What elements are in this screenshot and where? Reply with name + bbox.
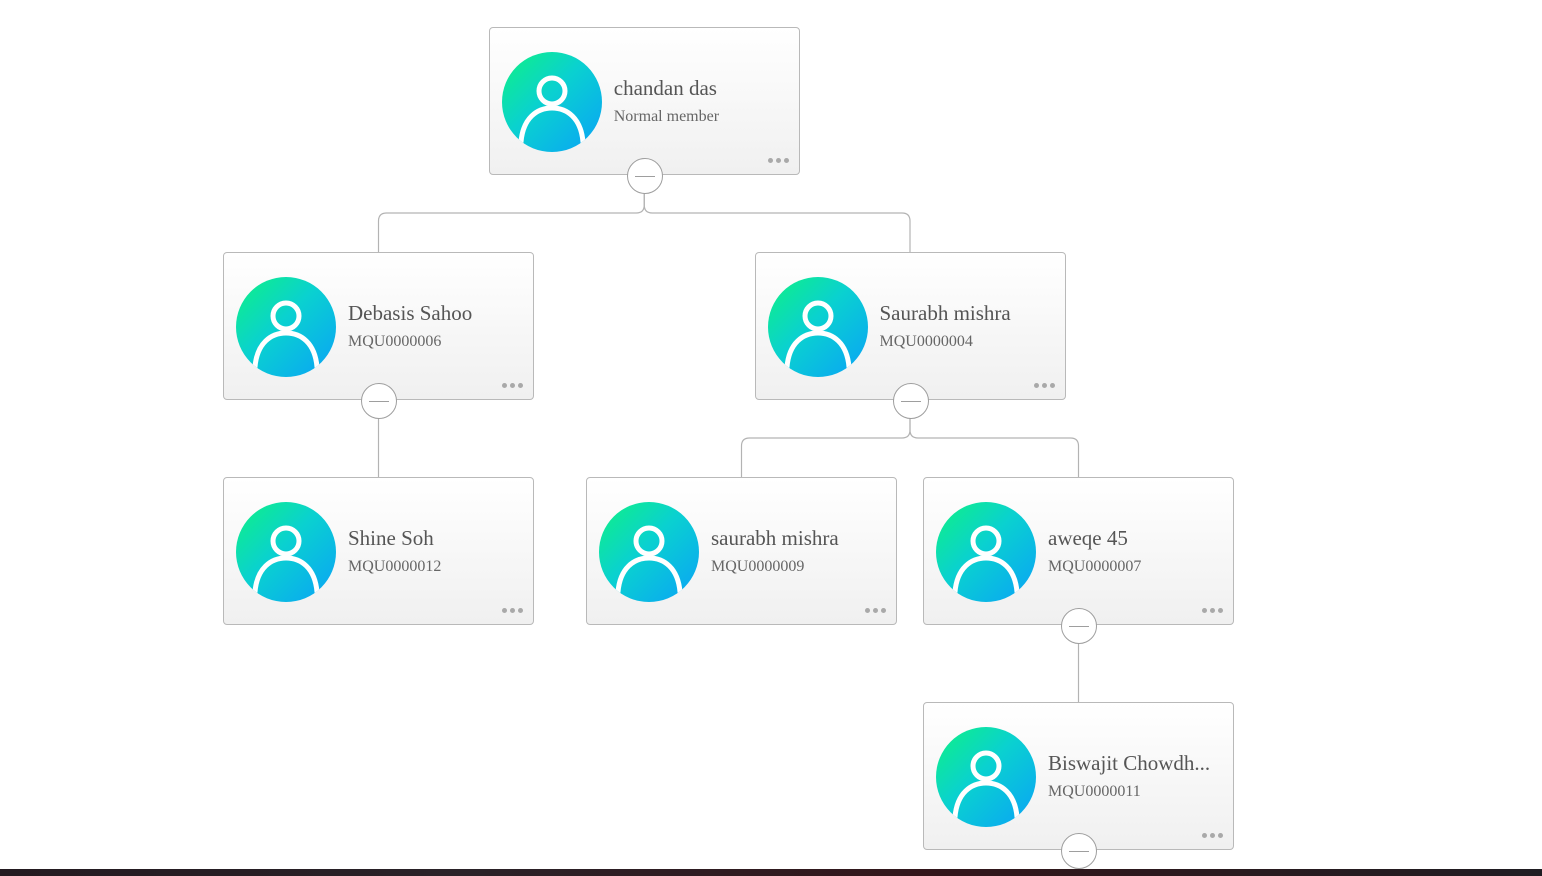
member-id: Normal member [613,108,720,125]
member-node-aweqe-45[interactable]: aweqe 45 MQU0000007 [923,477,1234,644]
member-name: aweqe 45 [1048,526,1128,550]
member-name: Saurabh mishra [879,301,1011,325]
more-options-icon[interactable] [502,383,523,388]
user-avatar-icon [236,277,336,377]
user-avatar-icon [936,502,1036,602]
connector-line [909,416,1080,477]
connector-line [643,191,911,252]
user-avatar-icon [936,727,1036,827]
more-options-icon[interactable] [1202,833,1223,838]
more-options-icon[interactable] [502,608,523,613]
taskbar-strip [0,869,1542,876]
user-avatar-icon [236,502,336,602]
member-id: MQU0000009 [711,558,805,575]
more-options-icon[interactable] [1033,383,1055,388]
more-options-icon[interactable] [767,158,789,163]
member-id: MQU0000004 [879,333,973,350]
member-node-saurabh-mishra[interactable]: Saurabh mishra MQU0000004 [754,252,1066,419]
member-node-saurabh-mishra[interactable]: saurabh mishra MQU0000009 [586,477,897,625]
collapse-toggle-icon[interactable] [892,383,929,419]
more-options-icon[interactable] [865,608,886,613]
member-node-shine-soh[interactable]: Shine Soh MQU0000012 [223,477,534,625]
member-name: saurabh mishra [711,526,839,550]
user-avatar-icon [767,277,868,377]
member-id: MQU0000011 [1048,783,1141,800]
member-name: Shine Soh [348,526,434,550]
user-avatar-icon [599,502,699,602]
member-name: chandan das [613,76,717,100]
connector-line [740,416,911,477]
member-node-biswajit-chowdh[interactable]: Biswajit Chowdh... MQU0000011 [923,702,1234,869]
collapse-toggle-icon[interactable] [1061,608,1097,644]
member-id: MQU0000012 [348,558,442,575]
member-name: Debasis Sahoo [348,301,473,325]
member-node-chandan-das[interactable]: chandan das Normal member [488,27,800,194]
collapse-toggle-icon[interactable] [1061,833,1097,869]
member-name: Biswajit Chowdh... [1048,751,1211,775]
collapse-toggle-icon[interactable] [361,383,397,419]
more-options-icon[interactable] [1202,608,1223,613]
org-chart: chandan das Normal member Debasis Sahoo MQU… [0,0,1542,876]
member-id: MQU0000006 [348,333,442,350]
user-avatar-icon [501,52,602,152]
connector-line [377,191,645,252]
member-id: MQU0000007 [1048,558,1142,575]
member-node-debasis-sahoo[interactable]: Debasis Sahoo MQU0000006 [223,252,534,419]
collapse-toggle-icon[interactable] [626,158,663,194]
